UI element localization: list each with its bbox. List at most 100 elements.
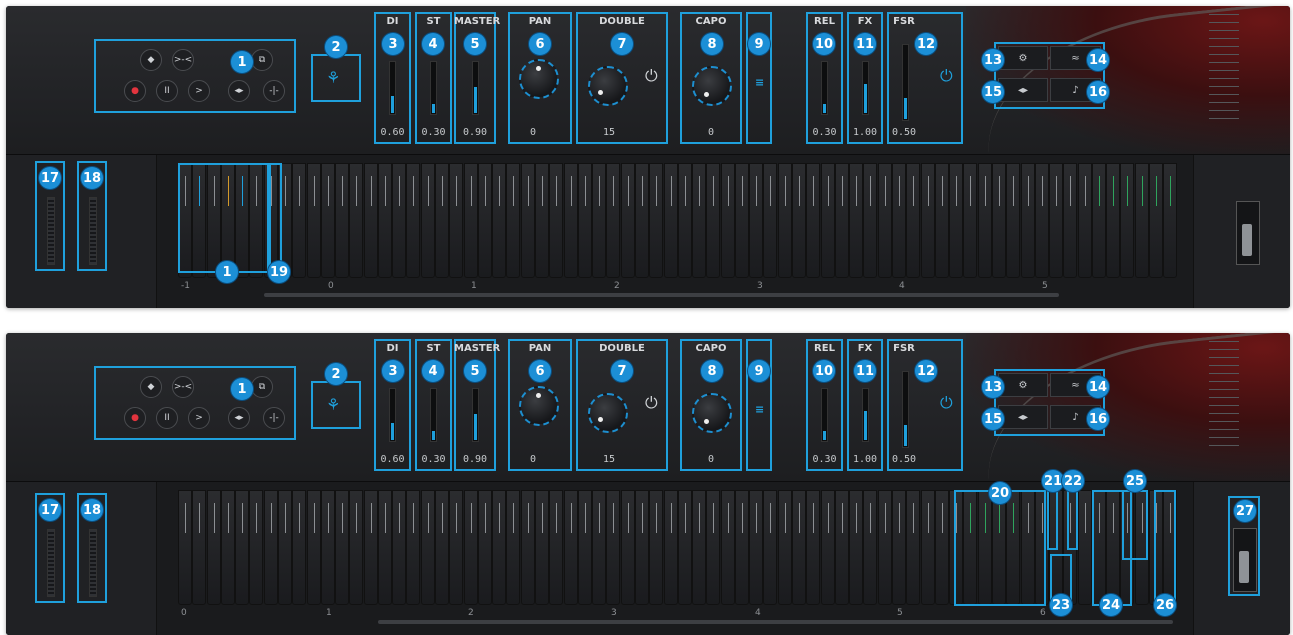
piano-key[interactable]: [292, 163, 307, 278]
piano-key[interactable]: [977, 163, 992, 278]
piano-key[interactable]: [435, 490, 450, 605]
piano-key[interactable]: [592, 163, 607, 278]
piano-key[interactable]: [206, 490, 221, 605]
piano-key[interactable]: [178, 490, 192, 605]
piano-key[interactable]: [834, 490, 849, 605]
fsr-power-icon[interactable]: ⏻: [940, 66, 953, 86]
piano-key[interactable]: [520, 163, 535, 278]
fx-slider[interactable]: [862, 61, 869, 115]
piano-key[interactable]: [991, 163, 1006, 278]
piano-key[interactable]: [549, 490, 564, 605]
piano-key[interactable]: [377, 490, 392, 605]
piano-key[interactable]: [906, 490, 921, 605]
piano-key[interactable]: [506, 490, 521, 605]
piano-key[interactable]: [1077, 163, 1092, 278]
keyboard-scrollbar[interactable]: [378, 620, 1173, 624]
fsr-power-icon[interactable]: ⏻: [940, 393, 953, 413]
piano-key[interactable]: [406, 490, 421, 605]
piano-key[interactable]: [235, 490, 250, 605]
piano-key[interactable]: [634, 163, 649, 278]
piano-key[interactable]: [220, 490, 235, 605]
rel-slider[interactable]: [821, 61, 828, 115]
piano-key[interactable]: [892, 490, 906, 605]
piano-key[interactable]: [363, 163, 378, 278]
master-slider[interactable]: [472, 61, 479, 115]
piano-key[interactable]: [463, 163, 478, 278]
double-power-icon[interactable]: ⏻: [645, 66, 658, 86]
piano-key[interactable]: [649, 163, 664, 278]
piano-key[interactable]: [349, 163, 364, 278]
pitch-wheel[interactable]: [47, 529, 55, 597]
st-slider[interactable]: [430, 388, 437, 442]
piano-key[interactable]: [1134, 163, 1149, 278]
pan-knob[interactable]: [519, 386, 559, 426]
stop-icon[interactable]: ◆: [140, 49, 162, 71]
collapse-icon[interactable]: -|-: [263, 80, 285, 102]
piano-key[interactable]: [292, 490, 307, 605]
piano-key[interactable]: [306, 490, 321, 605]
capo-knob[interactable]: [692, 393, 732, 433]
piano-key[interactable]: [377, 163, 392, 278]
piano-key[interactable]: [335, 163, 350, 278]
di-slider[interactable]: [389, 61, 396, 115]
piano-key[interactable]: [320, 163, 335, 278]
piano-key[interactable]: [1063, 163, 1078, 278]
piano-key[interactable]: [949, 163, 964, 278]
pitch-wheel[interactable]: [47, 197, 55, 265]
double-power-icon[interactable]: ⏻: [645, 393, 658, 413]
st-slider[interactable]: [430, 61, 437, 115]
piano-key[interactable]: [720, 490, 735, 605]
piano-key[interactable]: [920, 163, 935, 278]
fx-slider[interactable]: [862, 388, 869, 442]
piano-key[interactable]: [820, 490, 835, 605]
piano-key[interactable]: [620, 490, 635, 605]
record-icon[interactable]: ●: [124, 407, 146, 429]
piano-key[interactable]: [420, 490, 435, 605]
di-slider[interactable]: [389, 388, 396, 442]
piano-key[interactable]: [192, 490, 207, 605]
piano-key[interactable]: [834, 163, 849, 278]
loop-icon[interactable]: >-<: [172, 49, 194, 71]
piano-key[interactable]: [520, 490, 535, 605]
piano-key[interactable]: [792, 490, 807, 605]
piano-key[interactable]: [577, 163, 592, 278]
piano-key[interactable]: [392, 163, 407, 278]
pause-icon[interactable]: II: [156, 407, 178, 429]
piano-key[interactable]: [777, 490, 792, 605]
piano-key[interactable]: [863, 490, 878, 605]
piano-key[interactable]: [592, 490, 607, 605]
piano-key[interactable]: [692, 490, 707, 605]
piano-key[interactable]: [249, 490, 264, 605]
piano-key[interactable]: [849, 163, 864, 278]
piano-key[interactable]: [1106, 163, 1121, 278]
piano-key[interactable]: [306, 163, 321, 278]
piano-key[interactable]: [920, 490, 935, 605]
double-knob[interactable]: [588, 66, 628, 106]
rel-slider[interactable]: [821, 388, 828, 442]
piano-key[interactable]: [749, 490, 764, 605]
guitar-body-icon[interactable]: ⚙: [998, 46, 1048, 70]
piano-key[interactable]: [1077, 490, 1092, 605]
stop-icon[interactable]: ◆: [140, 376, 162, 398]
piano-key[interactable]: [863, 163, 878, 278]
piano-key[interactable]: [734, 490, 749, 605]
piano-key[interactable]: [320, 490, 335, 605]
piano-key[interactable]: [777, 163, 792, 278]
piano-key[interactable]: [463, 490, 478, 605]
play-icon[interactable]: >: [188, 80, 210, 102]
piano-key[interactable]: [349, 490, 364, 605]
piano-key[interactable]: [1034, 163, 1049, 278]
fsr-slider[interactable]: [902, 44, 909, 121]
piano-key[interactable]: [906, 163, 921, 278]
piano-key[interactable]: [263, 490, 278, 605]
swap-icon[interactable]: ◂▸: [228, 407, 250, 429]
piano-key[interactable]: [535, 490, 549, 605]
double-knob[interactable]: [588, 393, 628, 433]
sustain-pedal[interactable]: [1236, 201, 1260, 265]
mod-wheel[interactable]: [89, 197, 97, 265]
fsr-slider[interactable]: [902, 371, 909, 448]
piano-key[interactable]: [435, 163, 450, 278]
piano-key[interactable]: [892, 163, 906, 278]
piano-keyboard[interactable]: [178, 163, 1178, 281]
piano-key[interactable]: [806, 163, 821, 278]
